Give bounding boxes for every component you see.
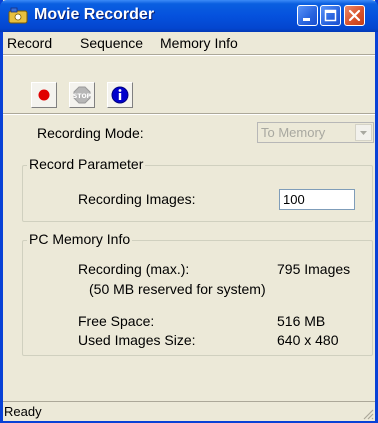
recording-mode-select[interactable]: To Memory	[257, 122, 374, 143]
recording-images-input[interactable]	[279, 189, 355, 210]
status-bar: Ready	[3, 401, 375, 421]
recording-images-label: Recording Images:	[78, 191, 196, 207]
used-images-size-value: 640 x 480	[277, 332, 339, 348]
close-button[interactable]	[344, 5, 365, 26]
record-parameter-title: Record Parameter	[27, 156, 146, 172]
menu-sequence[interactable]: Sequence	[80, 35, 143, 51]
menu-record[interactable]: Record	[7, 35, 52, 51]
free-space-value: 516 MB	[277, 313, 326, 329]
movie-recorder-window: Movie Recorder Record Sequence Memory In…	[0, 0, 378, 423]
recording-mode-value: To Memory	[261, 125, 326, 140]
recording-max-value: 795 Images	[277, 261, 351, 277]
svg-text:STOP: STOP	[73, 93, 92, 100]
recording-mode-label: Recording Mode:	[37, 125, 144, 141]
stop-button[interactable]: STOP	[69, 82, 95, 108]
minimize-icon	[303, 18, 310, 21]
info-button[interactable]	[107, 82, 133, 108]
maximize-icon	[324, 9, 337, 22]
title-bar[interactable]: Movie Recorder	[0, 0, 378, 32]
recording-max-label: Recording (max.):	[78, 261, 190, 277]
status-text: Ready	[4, 404, 42, 419]
record-button[interactable]	[31, 82, 57, 108]
reserved-note: (50 MB reserved for system)	[89, 281, 266, 297]
close-icon	[348, 9, 361, 22]
dropdown-arrow-button[interactable]	[355, 124, 372, 141]
chevron-down-icon	[360, 131, 367, 135]
resize-grip-icon[interactable]	[362, 408, 374, 420]
menu-bar: Record Sequence Memory Info	[3, 32, 375, 54]
info-icon	[111, 86, 129, 104]
free-space-label: Free Space:	[78, 313, 155, 329]
record-icon	[38, 89, 50, 101]
pc-memory-info-title: PC Memory Info	[27, 231, 133, 247]
stop-icon: STOP	[73, 86, 92, 104]
app-icon	[8, 7, 28, 24]
menu-memory-info[interactable]: Memory Info	[160, 35, 238, 51]
toolbar: STOP	[3, 56, 375, 112]
window-title: Movie Recorder	[34, 6, 155, 23]
toolbar-divider	[3, 113, 375, 115]
maximize-button[interactable]	[320, 5, 341, 26]
used-images-size-label: Used Images Size:	[78, 332, 196, 348]
minimize-button[interactable]	[297, 5, 318, 26]
